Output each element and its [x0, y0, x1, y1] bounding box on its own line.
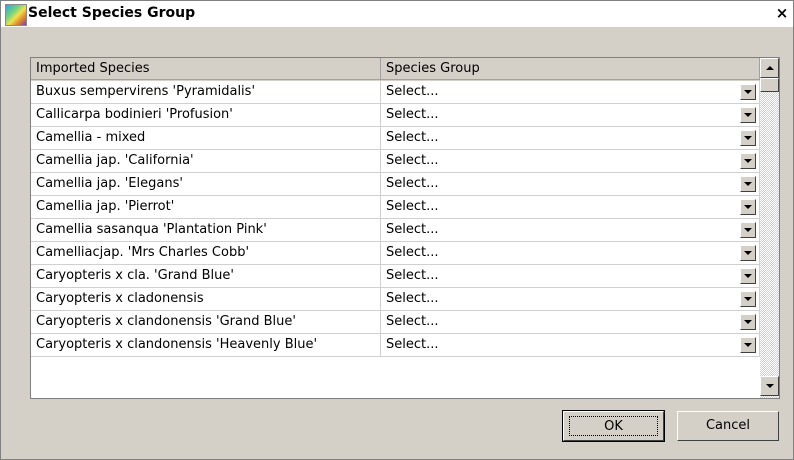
chevron-down-icon[interactable] [740, 245, 756, 261]
species-group-value: Select... [386, 337, 439, 352]
species-group-select[interactable]: Select... [381, 334, 760, 357]
species-group-select[interactable]: Select... [381, 242, 760, 265]
select-species-group-dialog: Select Species Group × Imported Species … [0, 0, 794, 460]
species-name-cell: Caryopteris x clandonensis 'Grand Blue' [31, 311, 381, 334]
species-group-select[interactable]: Select... [381, 104, 760, 127]
table-row[interactable]: Caryopteris x cladonensis Select... [31, 288, 760, 311]
species-name-cell: Caryopteris x cla. 'Grand Blue' [31, 265, 381, 288]
species-group-value: Select... [386, 199, 439, 214]
table-row[interactable]: Camellia - mixed Select... [31, 127, 760, 150]
chevron-down-icon[interactable] [740, 153, 756, 169]
species-group-value: Select... [386, 107, 439, 122]
species-table: Imported Species Species Group Buxus sem… [30, 57, 780, 399]
species-name-cell: Buxus sempervirens 'Pyramidalis' [31, 81, 381, 104]
ok-button[interactable]: OK [562, 410, 665, 442]
chevron-down-icon[interactable] [740, 84, 756, 100]
column-header-species-group[interactable]: Species Group [381, 58, 760, 80]
chevron-down-icon[interactable] [740, 107, 756, 123]
species-group-value: Select... [386, 176, 439, 191]
species-group-value: Select... [386, 314, 439, 329]
species-name-cell: Camellia jap. 'Elegans' [31, 173, 381, 196]
chevron-down-icon[interactable] [740, 176, 756, 192]
vertical-scrollbar[interactable] [760, 58, 779, 398]
species-name-cell: Camellia jap. 'Pierrot' [31, 196, 381, 219]
window-title: Select Species Group [28, 5, 196, 21]
species-group-select[interactable]: Select... [381, 196, 760, 219]
species-group-select[interactable]: Select... [381, 150, 760, 173]
column-header-imported-species[interactable]: Imported Species [31, 58, 381, 80]
species-group-value: Select... [386, 153, 439, 168]
table-body: Buxus sempervirens 'Pyramidalis' Select..… [31, 81, 760, 357]
table-row[interactable]: Camelliacjap. 'Mrs Charles Cobb' Select..… [31, 242, 760, 265]
species-group-value: Select... [386, 291, 439, 306]
table-row[interactable]: Caryopteris x cla. 'Grand Blue' Select... [31, 265, 760, 288]
ok-button-label: OK [569, 416, 658, 436]
species-name-cell: Caryopteris x cladonensis [31, 288, 381, 311]
species-group-select[interactable]: Select... [381, 219, 760, 242]
species-group-select[interactable]: Select... [381, 311, 760, 334]
species-group-select[interactable]: Select... [381, 127, 760, 150]
table-grid: Imported Species Species Group Buxus sem… [31, 58, 760, 398]
table-row[interactable]: Caryopteris x clandonensis 'Heavenly Blu… [31, 334, 760, 357]
title-bar[interactable]: Select Species Group × [1, 1, 793, 27]
species-group-value: Select... [386, 222, 439, 237]
species-group-select[interactable]: Select... [381, 288, 760, 311]
species-name-cell: Caryopteris x clandonensis 'Heavenly Blu… [31, 334, 381, 357]
table-row[interactable]: Camellia sasanqua 'Plantation Pink' Selec… [31, 219, 760, 242]
scroll-down-button[interactable] [760, 376, 779, 396]
table-row[interactable]: Caryopteris x clandonensis 'Grand Blue' S… [31, 311, 760, 334]
chevron-down-icon[interactable] [740, 130, 756, 146]
chevron-down-icon[interactable] [740, 222, 756, 238]
table-row[interactable]: Camellia jap. 'California' Select... [31, 150, 760, 173]
close-icon[interactable]: × [774, 4, 790, 22]
app-logo-icon [5, 4, 27, 26]
table-row[interactable]: Callicarpa bodinieri 'Profusion' Select..… [31, 104, 760, 127]
chevron-down-icon[interactable] [740, 314, 756, 330]
species-name-cell: Camellia jap. 'California' [31, 150, 381, 173]
cancel-button[interactable]: Cancel [677, 411, 779, 441]
species-group-value: Select... [386, 245, 439, 260]
species-name-cell: Camelliacjap. 'Mrs Charles Cobb' [31, 242, 381, 265]
species-name-cell: Callicarpa bodinieri 'Profusion' [31, 104, 381, 127]
chevron-down-icon[interactable] [740, 337, 756, 353]
table-header: Imported Species Species Group [31, 58, 760, 81]
species-name-cell: Camellia - mixed [31, 127, 381, 150]
chevron-down-icon[interactable] [740, 199, 756, 215]
species-group-select[interactable]: Select... [381, 81, 760, 104]
chevron-down-icon[interactable] [740, 268, 756, 284]
species-group-value: Select... [386, 130, 439, 145]
table-row[interactable]: Camellia jap. 'Elegans' Select... [31, 173, 760, 196]
table-row[interactable]: Camellia jap. 'Pierrot' Select... [31, 196, 760, 219]
table-row[interactable]: Buxus sempervirens 'Pyramidalis' Select..… [31, 81, 760, 104]
species-group-value: Select... [386, 268, 439, 283]
species-group-value: Select... [386, 84, 439, 99]
species-name-cell: Camellia sasanqua 'Plantation Pink' [31, 219, 381, 242]
scroll-up-button[interactable] [760, 58, 779, 78]
chevron-down-icon[interactable] [740, 291, 756, 307]
species-group-select[interactable]: Select... [381, 173, 760, 196]
scroll-thumb[interactable] [760, 78, 779, 92]
species-group-select[interactable]: Select... [381, 265, 760, 288]
